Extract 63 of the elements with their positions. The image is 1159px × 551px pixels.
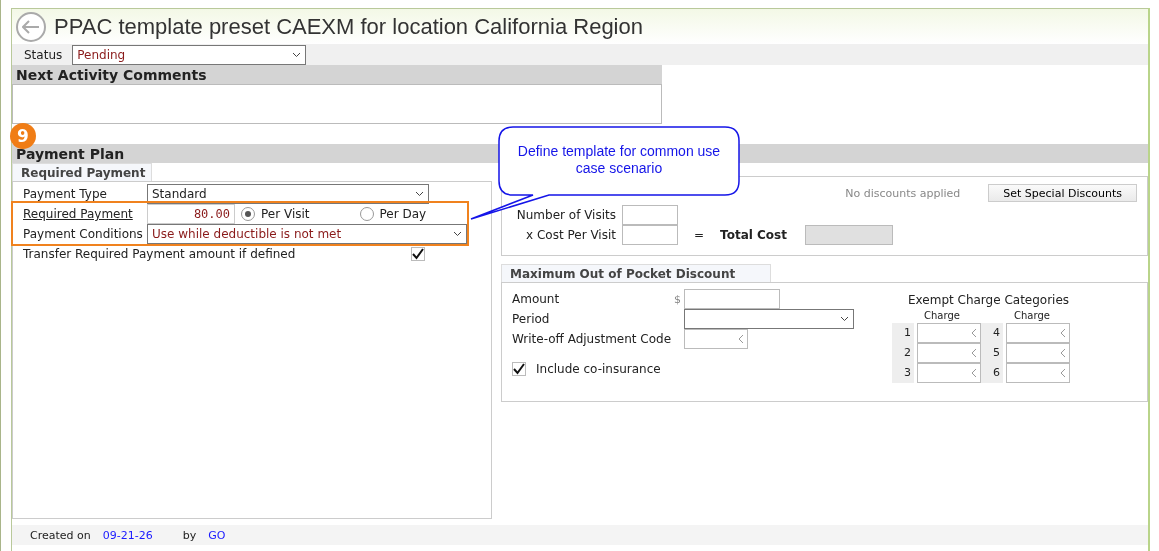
- field-label: Required Payment: [23, 207, 134, 221]
- status-dropdown[interactable]: Pending: [72, 44, 307, 65]
- visits-field[interactable]: [622, 205, 678, 225]
- checkbox[interactable]: [512, 362, 526, 376]
- charge-field[interactable]: [1006, 363, 1070, 383]
- back-button[interactable]: [16, 11, 46, 42]
- window-title: PPAC template preset CAEXM for location California Region: [54, 13, 643, 40]
- amount-field[interactable]: 80.00: [147, 204, 235, 224]
- field-label: Number of Visits: [515, 208, 616, 222]
- charge-field[interactable]: [917, 363, 981, 383]
- payment-conditions-dropdown[interactable]: Use while deductible is not met: [147, 224, 467, 244]
- row-number: 5: [981, 343, 1003, 363]
- field-label: x Cost Per Visit: [525, 228, 616, 242]
- set-discounts-button[interactable]: Set Special Discounts: [988, 184, 1137, 202]
- field-label: Payment Conditions: [23, 227, 144, 241]
- status-label: Status: [24, 47, 63, 62]
- row-number: 4: [981, 323, 1003, 343]
- field-label: Amount: [512, 292, 561, 306]
- by-label: by: [182, 528, 197, 542]
- period-dropdown[interactable]: [684, 309, 854, 329]
- checkbox-label: Include co-insurance: [536, 362, 661, 376]
- chevron-down-icon: [292, 51, 302, 58]
- required-payment-tab[interactable]: Required Payment: [12, 163, 152, 181]
- amount-field[interactable]: [684, 289, 780, 309]
- charge-field[interactable]: [1006, 343, 1070, 363]
- callout-text: Define template for common use case scenario: [516, 143, 722, 177]
- row-number: 6: [981, 363, 1003, 383]
- column-header: Charge: [1014, 309, 1051, 321]
- chevron-left-icon: [738, 334, 744, 344]
- radio-button[interactable]: [359, 207, 374, 221]
- total-cost-label: Total Cost: [720, 228, 787, 242]
- column-header: Charge: [924, 309, 961, 321]
- step-badge: 9: [10, 123, 36, 149]
- row-number: 3: [892, 363, 914, 383]
- created-label: Created on: [30, 528, 91, 542]
- checkbox[interactable]: [411, 247, 425, 261]
- checkbox-label: Transfer Required Payment amount if defined: [23, 247, 297, 261]
- chevron-down-icon: [415, 191, 424, 197]
- payment-type-dropdown[interactable]: Standard: [147, 184, 429, 204]
- created-date-link[interactable]: 09-21-26: [102, 528, 153, 542]
- row-number: 1: [892, 323, 914, 343]
- user-link[interactable]: GO: [208, 528, 226, 542]
- field-label: Period: [512, 312, 551, 326]
- charge-field[interactable]: [917, 323, 981, 343]
- field-label: Payment Type: [23, 187, 108, 201]
- chevron-down-icon: [840, 316, 849, 322]
- radio-label: Per Visit: [261, 207, 310, 221]
- charge-field[interactable]: [917, 343, 981, 363]
- row-number: 2: [892, 343, 914, 363]
- back-arrow-icon: [22, 19, 40, 34]
- field-label: Write-off Adjustment Code: [512, 332, 673, 346]
- comments-header: Next Activity Comments: [12, 65, 662, 84]
- comments-field[interactable]: [12, 84, 662, 124]
- writeoff-code-field[interactable]: [684, 329, 748, 349]
- radio-label: Per Day: [379, 207, 427, 221]
- cost-field[interactable]: [622, 225, 678, 245]
- charge-field[interactable]: [1006, 323, 1070, 343]
- discount-status: No discounts applied: [845, 186, 961, 200]
- currency-sign: $: [674, 292, 682, 306]
- radio-button[interactable]: [241, 207, 255, 221]
- chevron-down-icon: [453, 231, 462, 237]
- equals-sign: =: [694, 228, 705, 242]
- exempt-title: Exempt Charge Categories: [908, 293, 1070, 307]
